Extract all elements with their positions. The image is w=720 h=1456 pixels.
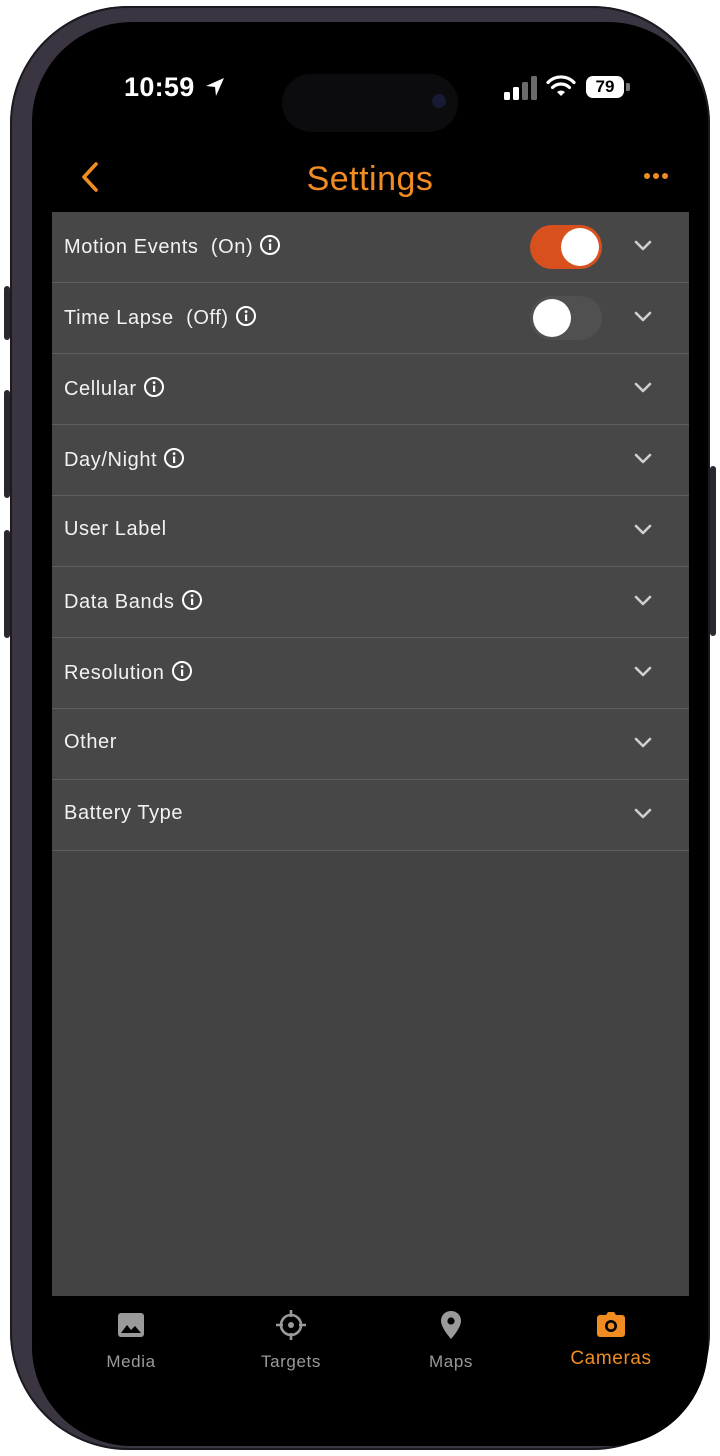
row-label: Day/Night [64,449,158,471]
settings-row-time-lapse[interactable]: Time Lapse (Off) [52,283,689,354]
location-arrow-icon [206,78,224,96]
settings-row-other[interactable]: Other [52,709,689,780]
battery-indicator: 79 [586,76,624,98]
chevron-down-icon[interactable] [634,524,652,536]
more-options-icon[interactable] [642,170,670,182]
tab-label: Media [106,1352,156,1371]
side-button [710,466,716,636]
info-icon[interactable] [259,234,281,256]
tab-label: Targets [261,1352,321,1371]
chevron-down-icon[interactable] [634,737,652,749]
front-camera [432,94,446,108]
side-button [4,286,10,340]
settings-row-cellular[interactable]: Cellular [52,354,689,425]
time-lapse-toggle[interactable] [530,296,602,340]
status-time: 10:59 [124,72,195,102]
settings-row-user-label[interactable]: User Label [52,496,689,567]
image-icon [118,1313,144,1337]
settings-row-resolution[interactable]: Resolution [52,638,689,709]
camera-icon [597,1312,625,1337]
row-label-wrap: Cellular [64,376,165,401]
screen: 10:59 79 Settings Motion Events (On) Tim… [32,22,708,1446]
tab-targets[interactable]: Targets [231,1310,351,1372]
phone-frame: 10:59 79 Settings Motion Events (On) Tim… [4,6,716,1450]
info-icon[interactable] [181,589,203,611]
tab-maps[interactable]: Maps [391,1310,511,1372]
row-label: Other [64,731,118,753]
chevron-down-icon[interactable] [634,808,652,820]
row-label: Battery Type [64,802,184,824]
status-bar: 10:59 79 [32,22,708,132]
row-label: User Label [64,518,167,540]
info-icon[interactable] [171,660,193,682]
map-pin-icon [441,1311,461,1339]
row-label-wrap: Data Bands [64,589,203,614]
chevron-down-icon[interactable] [634,240,652,252]
side-button [4,530,10,638]
row-label: Motion Events (On) [64,236,254,258]
settings-row-data-bands[interactable]: Data Bands [52,567,689,638]
tab-cameras[interactable]: Cameras [551,1310,671,1370]
toggle-knob [533,299,571,337]
page-title: Settings [306,160,434,198]
toggle-knob [561,228,599,266]
row-label: Cellular [64,378,137,400]
navigation-bar: Settings [32,132,708,212]
chevron-down-icon[interactable] [634,311,652,323]
tab-media[interactable]: Media [71,1310,191,1372]
row-label-wrap: Time Lapse (Off) [64,305,257,330]
motion-events-toggle[interactable] [530,225,602,269]
row-label: Data Bands [64,591,175,613]
crosshair-icon [276,1310,306,1340]
info-icon[interactable] [163,447,185,469]
row-label: Time Lapse (Off) [64,307,229,329]
row-label: Resolution [64,662,165,684]
settings-row-day-night[interactable]: Day/Night [52,425,689,496]
info-icon[interactable] [235,305,257,327]
settings-row-motion-events[interactable]: Motion Events (On) [52,212,689,283]
row-label-wrap: Day/Night [64,447,185,472]
chevron-down-icon[interactable] [634,595,652,607]
tab-label: Cameras [570,1348,652,1369]
side-button [4,390,10,498]
tab-bar: Media Targets Maps Cameras [32,1296,708,1446]
tab-label: Maps [429,1352,473,1371]
info-icon[interactable] [143,376,165,398]
cellular-signal-icon [504,76,537,100]
battery-tip [626,83,630,91]
settings-list: Motion Events (On) Time Lapse (Off) Cell… [52,212,689,1296]
settings-row-battery-type[interactable]: Battery Type [52,780,689,851]
row-label-wrap: Motion Events (On) [64,234,281,259]
chevron-down-icon[interactable] [634,666,652,678]
wifi-icon [546,75,576,96]
chevron-down-icon[interactable] [634,453,652,465]
row-label-wrap: Resolution [64,660,193,685]
chevron-down-icon[interactable] [634,382,652,394]
